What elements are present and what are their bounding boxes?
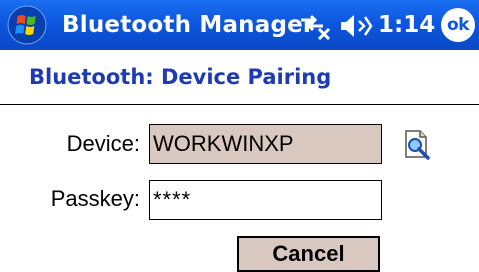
browse-device-icon[interactable] <box>401 128 433 160</box>
ok-button[interactable]: ok <box>441 8 475 42</box>
device-field: WORKWINXP <box>149 124 382 164</box>
page-title: Bluetooth: Device Pairing <box>29 65 332 89</box>
app-title: Bluetooth Manager <box>62 12 315 38</box>
cancel-button[interactable]: Cancel <box>237 236 380 272</box>
title-bar: Bluetooth Manager 1:14 ok <box>0 0 479 50</box>
device-label: Device: <box>66 131 140 156</box>
passkey-label: Passkey: <box>50 186 140 211</box>
passkey-input[interactable]: **** <box>149 180 382 220</box>
heading-divider <box>0 104 479 105</box>
clock-time[interactable]: 1:14 <box>378 10 435 40</box>
connectivity-icon[interactable] <box>297 12 331 40</box>
windows-flag-icon[interactable] <box>5 4 49 46</box>
speaker-volume-icon[interactable] <box>339 13 373 39</box>
